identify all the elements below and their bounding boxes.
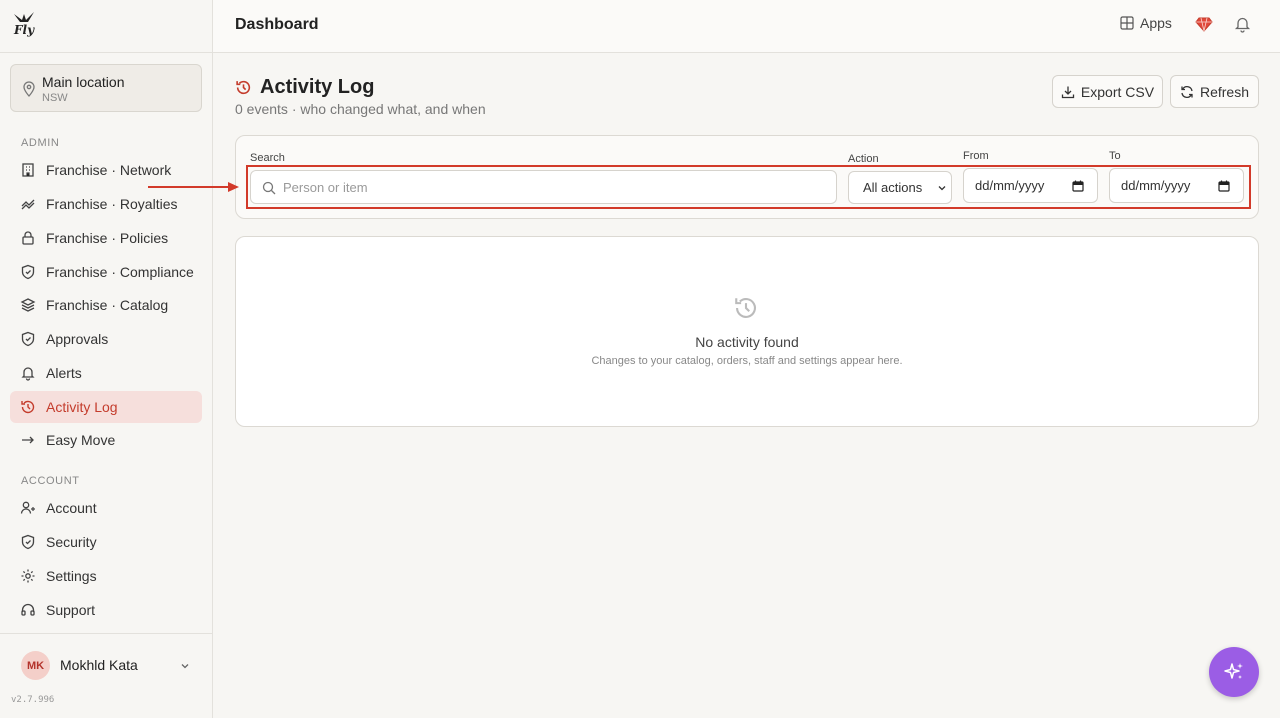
empty-title: No activity found <box>695 334 799 350</box>
from-label: From <box>963 150 989 162</box>
page-title: Activity Log <box>260 76 375 98</box>
sidebar-item-label: Easy Move <box>46 432 116 448</box>
sidebar-item-support[interactable]: Support <box>10 594 202 626</box>
sidebar-item-security[interactable]: Security <box>10 526 202 558</box>
shield-check-icon <box>21 331 35 347</box>
sidebar-item-label: Support <box>46 602 96 618</box>
sidebar-item-label: Franchise · Catalog <box>46 297 169 313</box>
highlight-box <box>246 165 1251 209</box>
activity-list-empty <box>235 236 1259 427</box>
map-pin-icon <box>23 81 35 97</box>
user-icon <box>20 501 35 514</box>
sparkles-icon <box>1224 663 1243 679</box>
apps-label: Apps <box>1140 15 1172 31</box>
divider <box>0 52 213 53</box>
page-subtitle: 0 events · who changed what, and when <box>235 101 486 117</box>
location-region: NSW <box>42 92 68 104</box>
sidebar-item-label: Security <box>46 534 97 550</box>
search-label: Search <box>250 152 285 164</box>
sidebar-item-activity-log[interactable]: Activity Log <box>10 391 202 423</box>
sidebar-item-settings[interactable]: Settings <box>10 560 202 592</box>
notification-bell-icon[interactable] <box>1234 15 1251 33</box>
export-csv-button[interactable]: Export CSV <box>1052 75 1163 108</box>
user-name[interactable]: Mokhld Kata <box>60 657 138 673</box>
shield-icon <box>21 264 35 280</box>
headset-icon <box>21 603 35 616</box>
refresh-icon <box>1181 85 1193 98</box>
sidebar-item-label: Alerts <box>46 365 82 381</box>
location-name: Main location <box>42 74 125 90</box>
apps-button[interactable]: Apps <box>1120 15 1172 31</box>
ai-assistant-button[interactable] <box>1209 647 1259 697</box>
annotation-arrow-icon <box>148 182 239 192</box>
sidebar-item-label: Activity Log <box>46 399 118 415</box>
refresh-button[interactable]: Refresh <box>1170 75 1259 108</box>
divider <box>0 633 213 634</box>
sidebar-item-approvals[interactable]: Approvals <box>10 323 202 355</box>
sidebar-item-easy-move[interactable]: Easy Move <box>10 424 202 456</box>
section-label-account: ACCOUNT <box>21 475 80 487</box>
history-icon <box>21 400 35 414</box>
chevron-down-icon[interactable] <box>179 660 191 672</box>
version-label: v2.7.996 <box>11 695 55 705</box>
arrow-right-icon <box>22 436 34 444</box>
history-icon <box>735 297 756 318</box>
top-bar: Dashboard Apps <box>213 0 1280 53</box>
logo-text: Fly <box>14 23 35 37</box>
sidebar-item-label: Franchise · Compliance <box>46 264 194 280</box>
sidebar: Fly Main location NSW ADMIN Franchise · … <box>0 0 213 718</box>
lock-icon <box>22 231 34 245</box>
building-icon <box>22 163 34 177</box>
section-label-admin: ADMIN <box>21 137 60 149</box>
action-label: Action <box>848 153 879 165</box>
history-icon <box>236 80 251 95</box>
shield-icon <box>21 534 35 550</box>
sidebar-item-label: Franchise · Policies <box>46 230 169 246</box>
empty-subtitle: Changes to your catalog, orders, staff a… <box>591 355 903 367</box>
avatar[interactable]: MK <box>21 651 50 680</box>
grid-icon <box>1120 16 1134 30</box>
gear-icon <box>21 569 35 583</box>
sidebar-item-alerts[interactable]: Alerts <box>10 357 202 389</box>
sidebar-item-franchise-catalog[interactable]: Franchise · Catalog <box>10 289 202 321</box>
export-label: Export CSV <box>1080 83 1155 100</box>
layers-icon <box>20 298 36 312</box>
sidebar-item-franchise-policies[interactable]: Franchise · Policies <box>10 222 202 254</box>
location-selector[interactable]: Main location NSW <box>10 64 202 112</box>
to-label: To <box>1109 150 1121 162</box>
sidebar-item-franchise-compliance[interactable]: Franchise · Compliance <box>10 256 202 288</box>
header-title: Dashboard <box>235 16 319 33</box>
refresh-label: Refresh <box>1199 83 1250 100</box>
coins-icon <box>21 199 35 210</box>
sidebar-item-label: Approvals <box>46 331 109 347</box>
sidebar-item-label: Account <box>46 500 97 516</box>
sidebar-item-label: Franchise · Royalties <box>46 196 178 212</box>
sidebar-item-account[interactable]: Account <box>10 492 202 524</box>
sidebar-item-label: Settings <box>46 568 97 584</box>
sidebar-item-label: Franchise · Network <box>46 162 172 178</box>
gem-icon[interactable] <box>1195 15 1213 33</box>
bell-icon <box>21 367 35 381</box>
download-icon <box>1061 86 1075 98</box>
